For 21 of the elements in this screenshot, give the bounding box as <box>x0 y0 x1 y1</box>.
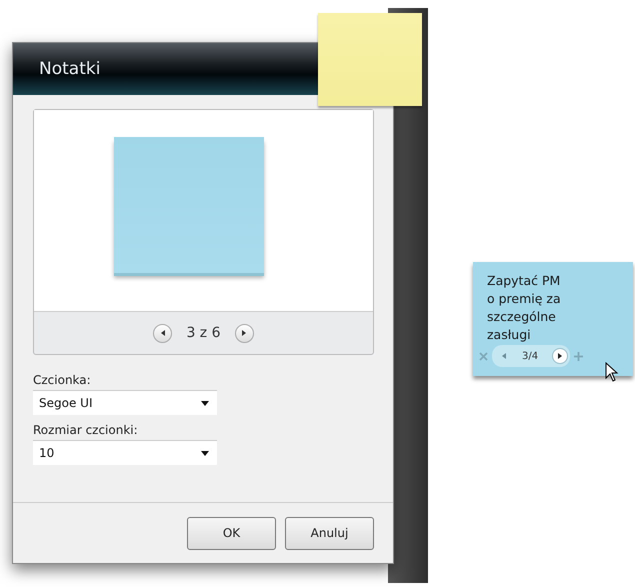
dropdown[interactable]: 10 <box>33 440 217 465</box>
note-text-line: szczególne <box>487 308 557 326</box>
field-label: Rozmiar czcionki: <box>33 423 138 437</box>
ok-button[interactable]: OK <box>187 516 276 550</box>
field-label: Czcionka: <box>33 373 91 387</box>
next-note-button[interactable] <box>552 348 568 364</box>
mouse-pointer-icon <box>605 362 619 382</box>
page-counter: 3 z 6 <box>186 325 221 341</box>
cancel-button[interactable]: Anuluj <box>285 516 374 550</box>
dropdown[interactable]: Segoe UI <box>33 390 217 415</box>
dropdown-arrow-icon <box>201 400 209 406</box>
note-text-line: Zapytać PM <box>487 272 562 290</box>
note-text-line: o premię za <box>487 290 562 308</box>
note-counter: 3/4 <box>522 350 538 362</box>
window-title: Notatki <box>39 59 100 79</box>
previous-arrow-icon[interactable] <box>500 352 508 360</box>
note-text-line: zasługi <box>487 326 532 344</box>
previous-button[interactable] <box>153 324 172 342</box>
next-button[interactable] <box>234 324 254 342</box>
dropdown-arrow-icon <box>201 450 209 456</box>
next-arrow-icon <box>556 352 564 360</box>
